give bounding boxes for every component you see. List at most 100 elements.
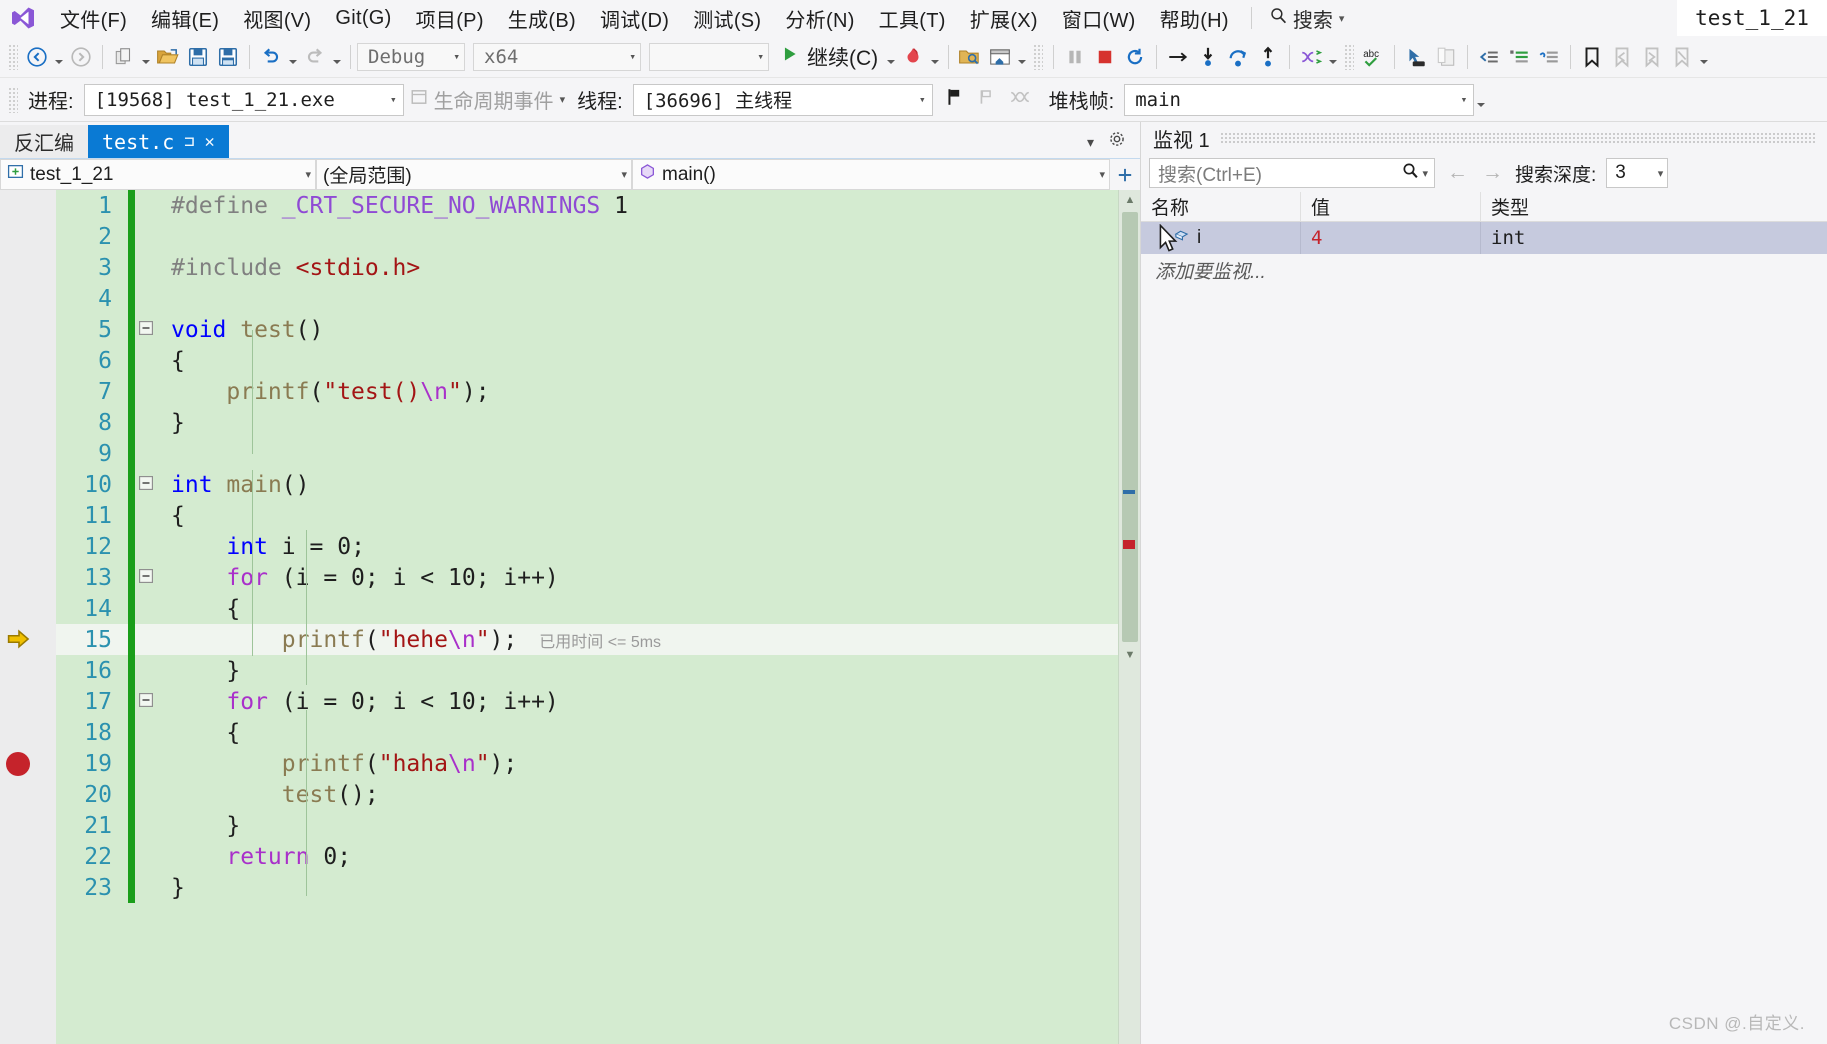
global-search[interactable]: 搜索 ▾ bbox=[1262, 2, 1353, 35]
toolbar-grip[interactable] bbox=[1344, 43, 1355, 70]
collapse-region-icon[interactable] bbox=[135, 692, 157, 711]
bookmark-icon[interactable] bbox=[1577, 42, 1607, 72]
toolbar-grip[interactable] bbox=[8, 43, 18, 70]
threads-icon[interactable] bbox=[1296, 42, 1326, 72]
open-folder-icon[interactable] bbox=[153, 42, 183, 72]
toolbar-grip[interactable] bbox=[8, 86, 18, 113]
scroll-up-arrow[interactable]: ▲ bbox=[1119, 190, 1140, 210]
code-line-11[interactable]: 11 { bbox=[56, 500, 1118, 531]
step-out-icon[interactable] bbox=[1253, 42, 1283, 72]
stop-icon[interactable] bbox=[1090, 42, 1120, 72]
show-next-statement-icon[interactable] bbox=[1163, 42, 1193, 72]
code-line-17[interactable]: 17 for (i = 0; i < 10; i++) bbox=[56, 686, 1118, 717]
breakpoint-marker[interactable] bbox=[6, 752, 30, 776]
breakpoint-gutter[interactable] bbox=[0, 190, 56, 1044]
new-item-dropdown[interactable] bbox=[139, 43, 153, 71]
menu-item-window[interactable]: 窗口(W) bbox=[1050, 0, 1148, 37]
code-line-19[interactable]: 19 printf("haha\n"); bbox=[56, 748, 1118, 779]
code-line-16[interactable]: 16 } bbox=[56, 655, 1118, 686]
debug-toolbar-overflow-button[interactable] bbox=[1474, 86, 1488, 114]
expand-toolbar-icon[interactable] bbox=[1110, 159, 1140, 190]
watch-row-name-cell[interactable]: i bbox=[1141, 222, 1301, 254]
restart-icon[interactable] bbox=[1120, 42, 1150, 72]
menu-item-view[interactable]: 视图(V) bbox=[231, 0, 323, 37]
watch-column-type[interactable]: 类型 bbox=[1481, 192, 1827, 221]
menu-item-project[interactable]: 项目(P) bbox=[404, 0, 496, 37]
arrow-right-icon[interactable]: → bbox=[1480, 161, 1505, 185]
menu-item-analyze[interactable]: 分析(N) bbox=[773, 0, 866, 37]
magnifier-icon[interactable] bbox=[1402, 162, 1419, 185]
window-layout-dropdown[interactable] bbox=[1015, 43, 1029, 71]
navigate-back-icon[interactable] bbox=[22, 42, 52, 72]
code-text-area[interactable]: 1 #define _CRT_SECURE_NO_WARNINGS 1 2 3 #inc… bbox=[56, 190, 1118, 1044]
select-pointer-icon[interactable] bbox=[1401, 42, 1431, 72]
new-item-icon[interactable] bbox=[109, 42, 139, 72]
menu-item-debug[interactable]: 调试(D) bbox=[588, 0, 681, 37]
menu-item-build[interactable]: 生成(B) bbox=[496, 0, 588, 37]
code-line-8[interactable]: 8} bbox=[56, 407, 1118, 438]
step-over-icon[interactable] bbox=[1223, 42, 1253, 72]
code-line-5[interactable]: 5 void test() bbox=[56, 314, 1118, 345]
undo-dropdown[interactable] bbox=[286, 43, 300, 71]
navbar-scope-combo[interactable]: (全局范围) ▾ bbox=[316, 159, 632, 190]
editor-vertical-scrollbar[interactable]: ▲ ▼ bbox=[1118, 190, 1140, 1044]
code-line-13[interactable]: 13 for (i = 0; i < 10; i++) bbox=[56, 562, 1118, 593]
code-line-3[interactable]: 3 #include <stdio.h> bbox=[56, 252, 1118, 283]
code-line-22[interactable]: 22 return 0; bbox=[56, 841, 1118, 872]
flag-icon[interactable] bbox=[945, 87, 965, 113]
menu-item-test[interactable]: 测试(S) bbox=[681, 0, 773, 37]
watch-empty-area[interactable]: CSDN @.自定义. bbox=[1141, 223, 1827, 1044]
panel-drag-dots[interactable] bbox=[1219, 132, 1815, 144]
code-line-1[interactable]: 1 #define _CRT_SECURE_NO_WARNINGS 1 bbox=[56, 190, 1118, 221]
menu-item-help[interactable]: 帮助(H) bbox=[1148, 0, 1241, 37]
watch-search-input[interactable]: 搜索(Ctrl+E) ▾ bbox=[1149, 158, 1435, 188]
navbar-member-combo[interactable]: main() ▾ bbox=[632, 159, 1110, 190]
pin-icon[interactable]: ⊐ bbox=[184, 132, 194, 152]
collapse-region-icon[interactable] bbox=[135, 568, 157, 587]
watch-column-name[interactable]: 名称 bbox=[1141, 192, 1301, 221]
process-combo[interactable]: [19568] test_1_21.exe ▾ bbox=[83, 83, 404, 116]
chevron-down-icon[interactable]: ▾ bbox=[1422, 167, 1428, 180]
solution-platform-combo[interactable]: x64 ▾ bbox=[473, 42, 641, 71]
thread-combo[interactable]: [36696] 主线程 ▾ bbox=[632, 83, 933, 116]
step-into-icon[interactable] bbox=[1193, 42, 1223, 72]
code-editor[interactable]: 1 #define _CRT_SECURE_NO_WARNINGS 1 2 3 #inc… bbox=[0, 190, 1140, 1044]
code-line-10[interactable]: 10 int main() bbox=[56, 469, 1118, 500]
spell-check-abc-icon[interactable]: abc bbox=[1358, 42, 1388, 72]
code-line-2[interactable]: 2 bbox=[56, 221, 1118, 252]
threads-dropdown[interactable] bbox=[1326, 43, 1340, 71]
watch-row-value[interactable]: 4 bbox=[1301, 222, 1481, 254]
navbar-project-combo[interactable]: test_1_21 ▾ bbox=[0, 159, 316, 190]
table-row[interactable]: i 4 int bbox=[1141, 222, 1827, 254]
code-line-23[interactable]: 23} bbox=[56, 872, 1118, 903]
hot-reload-icon[interactable] bbox=[898, 42, 928, 72]
navigate-back-dropdown[interactable] bbox=[52, 43, 66, 71]
tab-test-c[interactable]: test.c ⊐ ✕ bbox=[88, 125, 229, 158]
chevron-down-icon[interactable]: ▾ bbox=[1087, 134, 1094, 151]
watch-add-row[interactable]: 添加要监视... bbox=[1141, 254, 1827, 286]
code-line-4[interactable]: 4 bbox=[56, 283, 1118, 314]
project-window-tab[interactable]: test_1_21 bbox=[1677, 0, 1827, 36]
menu-item-edit[interactable]: 编辑(E) bbox=[139, 0, 231, 37]
code-line-12[interactable]: 12 int i = 0; bbox=[56, 531, 1118, 562]
collapse-region-icon[interactable] bbox=[135, 320, 157, 339]
attach-to-process-icon[interactable] bbox=[955, 42, 985, 72]
gear-icon[interactable] bbox=[1108, 130, 1126, 154]
uncomment-lines-icon[interactable] bbox=[1534, 42, 1564, 72]
save-icon[interactable] bbox=[183, 42, 213, 72]
outdent-icon[interactable] bbox=[1474, 42, 1504, 72]
scrollbar-thumb[interactable] bbox=[1122, 212, 1138, 642]
save-all-icon[interactable] bbox=[213, 42, 243, 72]
continue-dropdown[interactable] bbox=[884, 43, 898, 71]
code-line-7[interactable]: 7 printf("test()\n"); bbox=[56, 376, 1118, 407]
lifecycle-events-button[interactable]: 生命周期事件 ▾ bbox=[404, 85, 572, 114]
solution-configuration-combo[interactable]: Debug ▾ bbox=[357, 42, 465, 71]
menu-item-file[interactable]: 文件(F) bbox=[48, 0, 139, 37]
menu-item-tools[interactable]: 工具(T) bbox=[867, 0, 958, 37]
hot-reload-dropdown[interactable] bbox=[928, 43, 942, 71]
toolbar-overflow-button[interactable] bbox=[1697, 43, 1711, 71]
code-line-9[interactable]: 9 bbox=[56, 438, 1118, 469]
continue-button[interactable]: 继续(C) bbox=[777, 40, 884, 74]
code-line-20[interactable]: 20 test(); bbox=[56, 779, 1118, 810]
code-line-15[interactable]: 15 printf("hehe\n"); 已用时间 <= 5ms bbox=[56, 624, 1118, 655]
